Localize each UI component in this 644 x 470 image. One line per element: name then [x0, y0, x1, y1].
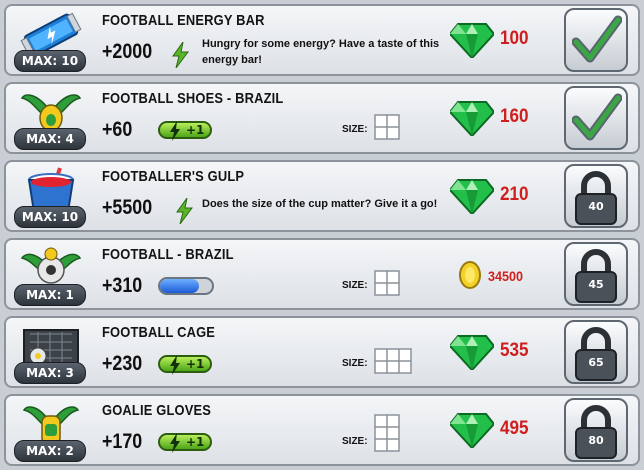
- progress-fill: [160, 279, 199, 293]
- gem-icon: [450, 335, 494, 370]
- max-badge: MAX: 10: [14, 50, 86, 72]
- power-value: +230: [102, 352, 143, 375]
- size-label: SIZE:: [342, 436, 368, 447]
- padlock-icon: [575, 327, 617, 381]
- item-thumbnail: MAX: 1: [12, 244, 88, 306]
- power-value: +310: [102, 274, 143, 297]
- item-list: MAX: 10 FOOTBALL ENERGY BAR +2000 Hungry…: [0, 0, 644, 470]
- price-value: 160: [500, 106, 529, 127]
- size-label: SIZE:: [342, 358, 368, 369]
- list-item[interactable]: MAX: 2 GOALIE GLOVES +170 +1 SIZE: 495 8…: [4, 394, 640, 466]
- progress-bar: [158, 277, 214, 295]
- item-thumbnail: MAX: 10: [12, 10, 88, 72]
- item-thumbnail: MAX: 3: [12, 322, 88, 384]
- max-badge: MAX: 10: [14, 206, 86, 228]
- list-item[interactable]: MAX: 3 FOOTBALL CAGE +230 +1 SIZE: 535 6…: [4, 316, 640, 388]
- size-label: SIZE:: [342, 124, 368, 135]
- locked-button[interactable]: 80: [564, 398, 628, 462]
- padlock-icon: [575, 405, 617, 459]
- power-value: +170: [102, 430, 143, 453]
- energy-bolt-icon: [170, 121, 180, 141]
- energy-bolt-icon: [170, 433, 180, 453]
- size-label: SIZE:: [342, 280, 368, 291]
- owned-check-button[interactable]: [564, 8, 628, 72]
- energy-value: +1: [186, 123, 205, 137]
- power-value: +60: [102, 118, 133, 141]
- locked-button[interactable]: 65: [564, 320, 628, 384]
- lock-level: 40: [588, 200, 604, 213]
- price-value: 535: [500, 340, 529, 361]
- power-value: +2000: [102, 40, 153, 63]
- item-name: FOOTBALL ENERGY BAR: [102, 12, 265, 29]
- lock-level: 80: [588, 434, 604, 447]
- size-grid-icon: [374, 348, 412, 374]
- gem-icon: [450, 101, 494, 136]
- gem-icon: [450, 413, 494, 448]
- item-thumbnail: MAX: 10: [12, 166, 88, 228]
- checkmark-icon: [572, 93, 622, 141]
- price-value: 34500: [488, 268, 524, 284]
- list-item[interactable]: MAX: 4 FOOTBALL SHOES - BRAZIL +60 +1 SI…: [4, 82, 640, 154]
- list-item[interactable]: MAX: 10 FOOTBALLER'S GULP +5500 Does the…: [4, 160, 640, 232]
- energy-bolt-icon: [172, 42, 189, 68]
- price-value: 210: [500, 184, 529, 205]
- gem-icon: [450, 23, 494, 58]
- energy-value: +1: [186, 435, 205, 449]
- max-badge: MAX: 4: [14, 128, 86, 150]
- item-name: FOOTBALL CAGE: [102, 324, 216, 341]
- checkmark-icon: [572, 15, 622, 63]
- owned-check-button[interactable]: [564, 86, 628, 150]
- max-badge: MAX: 3: [14, 362, 86, 384]
- item-name: FOOTBALL SHOES - BRAZIL: [102, 90, 284, 107]
- size-grid-icon: [374, 270, 400, 296]
- list-item[interactable]: MAX: 1 FOOTBALL - BRAZIL +310 SIZE: 3450…: [4, 238, 640, 310]
- lock-level: 65: [588, 356, 604, 369]
- coin-icon: [459, 261, 481, 289]
- item-name: FOOTBALL - BRAZIL: [102, 246, 234, 263]
- energy-pill: +1: [158, 433, 212, 453]
- list-item[interactable]: MAX: 10 FOOTBALL ENERGY BAR +2000 Hungry…: [4, 4, 640, 76]
- max-badge: MAX: 2: [14, 440, 86, 462]
- item-description: Does the size of the cup matter? Give it…: [202, 198, 438, 210]
- price-value: 495: [500, 418, 529, 439]
- item-thumbnail: MAX: 2: [12, 400, 88, 462]
- padlock-icon: [575, 171, 617, 225]
- energy-bolt-icon: [170, 355, 180, 375]
- energy-value: +1: [186, 357, 205, 371]
- size-grid-icon: [374, 414, 400, 452]
- gem-icon: [450, 179, 494, 214]
- lock-level: 45: [588, 278, 604, 291]
- power-value: +5500: [102, 196, 153, 219]
- item-thumbnail: MAX: 4: [12, 88, 88, 150]
- item-name: GOALIE GLOVES: [102, 402, 212, 419]
- item-description: Hungry for some energy? Have a taste of …: [202, 38, 440, 66]
- price-value: 100: [500, 28, 529, 49]
- max-badge: MAX: 1: [14, 284, 86, 306]
- padlock-icon: [575, 249, 617, 303]
- energy-pill: +1: [158, 355, 212, 375]
- locked-button[interactable]: 45: [564, 242, 628, 306]
- locked-button[interactable]: 40: [564, 164, 628, 228]
- item-name: FOOTBALLER'S GULP: [102, 168, 245, 185]
- energy-bolt-icon: [176, 198, 193, 224]
- energy-pill: +1: [158, 121, 212, 141]
- size-grid-icon: [374, 114, 400, 140]
